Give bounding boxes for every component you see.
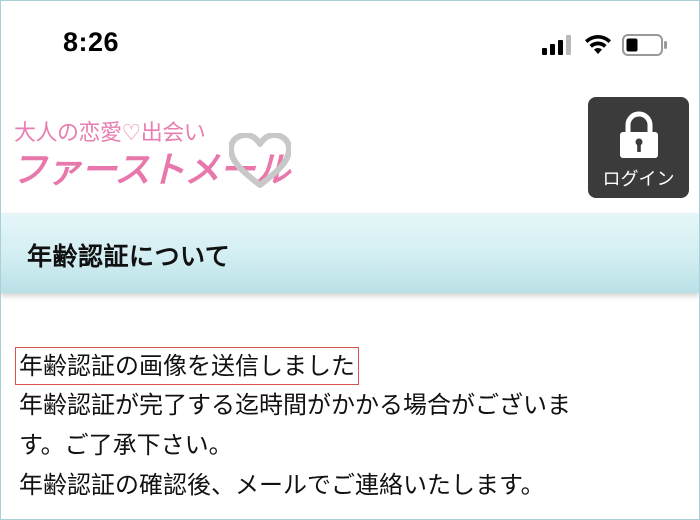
phone-screen: 8:26 大人の恋愛♡出会い ファーストメール ログイン 年齢認証について 年齢… (0, 0, 700, 520)
battery-icon (622, 34, 667, 56)
message-body: 年齢認証の画像を送信しました 年齢認証が完了する迄時間がかかる場合がございま す… (15, 347, 689, 505)
app-header: 大人の恋愛♡出会い ファーストメール ログイン (1, 91, 699, 213)
highlight-row: 年齢認証の画像を送信しました (15, 347, 689, 385)
lock-icon (620, 111, 658, 158)
message-line: 年齢認証が完了する迄時間がかかる場合がございま (19, 391, 571, 419)
login-label: ログイン (602, 169, 675, 190)
status-time: 8:26 (63, 27, 120, 57)
login-button[interactable]: ログイン (588, 97, 689, 198)
section-header: 年齢認証について (1, 213, 699, 293)
status-bar: 8:26 (1, 1, 699, 91)
brand-logo[interactable]: 大人の恋愛♡出会い ファーストメール (11, 111, 301, 191)
heart-outline-icon (229, 133, 291, 188)
message-line: す。ご了承下さい。 (19, 431, 233, 459)
section-title: 年齢認証について (27, 242, 231, 271)
sent-confirmation-text: 年齢認証の画像を送信しました (15, 347, 359, 385)
wifi-icon (585, 34, 611, 54)
message-line: 年齢認証の確認後、メールでご連絡いたします。 (19, 471, 545, 499)
cellular-signal-icon (542, 35, 571, 55)
